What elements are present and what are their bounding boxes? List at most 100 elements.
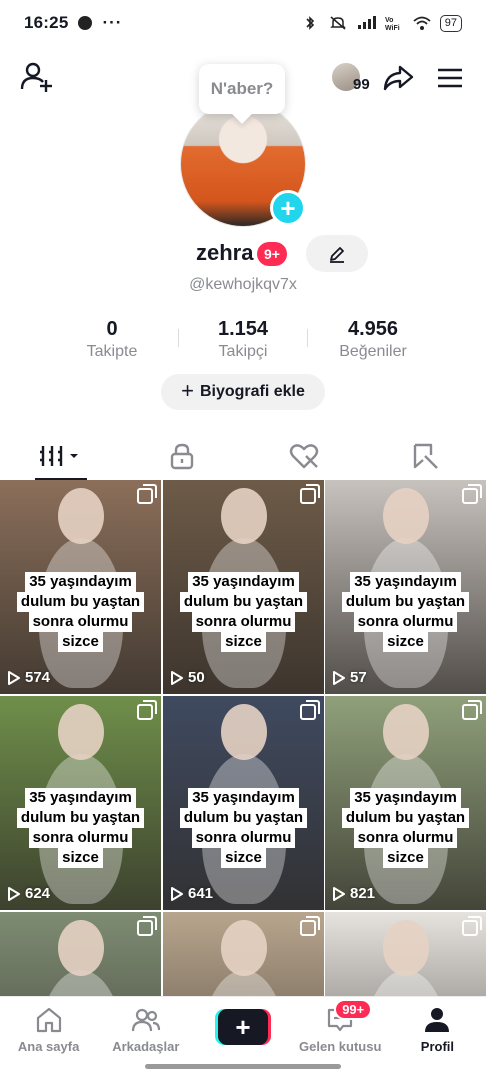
caption-line: sizce bbox=[221, 632, 266, 652]
status-time: 16:25 bbox=[24, 13, 69, 32]
view-count-value: 57 bbox=[350, 669, 367, 686]
caption-line: 35 yaşındayım bbox=[188, 572, 299, 592]
play-icon bbox=[8, 886, 20, 901]
content-tabs bbox=[0, 432, 486, 480]
view-count-value: 574 bbox=[25, 669, 51, 686]
nav-inbox-label: Gelen kutusu bbox=[299, 1039, 382, 1054]
play-icon bbox=[171, 670, 183, 685]
add-bio-label: Biyografi ekle bbox=[199, 383, 305, 400]
caption-line: 35 yaşındayım bbox=[25, 788, 136, 808]
stat-label: Takipte bbox=[86, 343, 138, 360]
edit-profile-button[interactable] bbox=[306, 235, 368, 272]
lock-icon bbox=[171, 443, 194, 470]
stat-value: 0 bbox=[106, 318, 118, 340]
add-story-plus-icon[interactable]: + bbox=[270, 190, 306, 226]
view-count: 641 bbox=[171, 885, 213, 902]
friends-icon bbox=[131, 1008, 160, 1032]
tab-liked[interactable] bbox=[243, 432, 365, 480]
pencil-icon bbox=[330, 246, 344, 263]
video-thumbnail-head bbox=[382, 920, 429, 976]
multi-post-icon bbox=[137, 916, 157, 936]
caption-line: sonra olurmu bbox=[191, 828, 296, 848]
caption-line: 35 yaşındayım bbox=[350, 788, 461, 808]
video-tile[interactable] bbox=[163, 912, 324, 996]
play-icon bbox=[8, 670, 20, 685]
video-tile[interactable]: 35 yaşındayım dulum bu yaştan sonra olurmu… bbox=[163, 696, 324, 910]
view-count: 50 bbox=[171, 669, 205, 686]
video-tile[interactable] bbox=[0, 912, 161, 996]
tab-private[interactable] bbox=[122, 432, 244, 480]
tab-videos[interactable] bbox=[0, 432, 122, 480]
mute-icon bbox=[329, 16, 346, 30]
video-thumbnail-head bbox=[57, 920, 104, 976]
stat-likes[interactable]: 4.956 Beğeniler bbox=[303, 318, 443, 361]
video-caption: 35 yaşındayım dulum bu yaştan sonra olurmu… bbox=[325, 572, 486, 652]
play-icon bbox=[333, 886, 345, 901]
caption-line: sonra olurmu bbox=[28, 612, 133, 632]
multi-post-icon bbox=[462, 700, 482, 720]
svg-text:WiFi: WiFi bbox=[385, 25, 400, 31]
stat-followers[interactable]: 1.154 Takipçi bbox=[173, 318, 313, 361]
view-count: 574 bbox=[8, 669, 50, 686]
svg-text:Vo: Vo bbox=[385, 17, 393, 24]
tooltip-text: N'aber? bbox=[210, 79, 274, 98]
video-tile[interactable]: 35 yaşındayım dulum bu yaştan sonra olurmu… bbox=[325, 480, 486, 694]
multi-post-icon bbox=[137, 700, 157, 720]
home-indicator[interactable] bbox=[145, 1064, 341, 1069]
video-tile[interactable]: 35 yaşındayım dulum bu yaştan sonra olurmu… bbox=[325, 696, 486, 910]
video-thumbnail-head bbox=[220, 920, 267, 976]
video-tile[interactable]: 35 yaşındayım dulum bu yaştan sonra olurmu… bbox=[0, 696, 161, 910]
menu-icon[interactable] bbox=[436, 66, 464, 90]
hidden-heart-icon bbox=[289, 444, 318, 469]
caption-line: dulum bu yaştan bbox=[16, 808, 145, 828]
nav-profile-label: Profil bbox=[420, 1039, 455, 1054]
video-thumbnail-head bbox=[220, 488, 267, 544]
multi-post-icon bbox=[462, 916, 482, 936]
bottom-nav: Ana sayfa Arkadaşlar + 99+ Gelen kutusu … bbox=[0, 996, 486, 1056]
caption-line: sizce bbox=[221, 848, 266, 868]
inbox-badge: 99+ bbox=[334, 999, 373, 1020]
multi-post-icon bbox=[300, 700, 320, 720]
video-tile[interactable]: 35 yaşındayım dulum bu yaştan sonra olurmu… bbox=[163, 480, 324, 694]
stat-label: Takipçi bbox=[218, 343, 268, 360]
battery-indicator: 97 bbox=[439, 14, 462, 32]
caption-line: dulum bu yaştan bbox=[179, 808, 308, 828]
profile-icon bbox=[425, 1008, 450, 1032]
plus-icon: + bbox=[181, 378, 194, 403]
video-tile[interactable]: 35 yaşındayım dulum bu yaştan sonra olurmu… bbox=[0, 480, 161, 694]
add-friend-icon[interactable] bbox=[20, 60, 54, 94]
status-bar: 16:25 ··· Vo WiFi 97 bbox=[0, 0, 486, 46]
view-count: 821 bbox=[333, 885, 375, 902]
profile-handle: @kewhojkqv7x bbox=[189, 276, 297, 293]
nav-home[interactable]: Ana sayfa bbox=[0, 997, 97, 1056]
nav-inbox[interactable]: 99+ Gelen kutusu bbox=[292, 997, 389, 1056]
add-bio-button[interactable]: + Biyografi ekle bbox=[161, 374, 325, 410]
play-icon bbox=[171, 886, 183, 901]
nav-home-label: Ana sayfa bbox=[17, 1039, 80, 1054]
hidden-bookmark-icon bbox=[414, 443, 439, 469]
nav-friends[interactable]: Arkadaşlar bbox=[97, 997, 194, 1056]
notification-dot-icon bbox=[78, 16, 93, 30]
caption-line: dulum bu yaştan bbox=[341, 808, 470, 828]
stat-following[interactable]: 0 Takipte bbox=[42, 318, 182, 361]
caption-line: sizce bbox=[58, 632, 103, 652]
profile-stats: 0 Takipte 1.154 Takipçi 4.956 Beğeniler bbox=[0, 318, 486, 368]
nav-create[interactable]: + bbox=[194, 997, 291, 1056]
caption-line: sonra olurmu bbox=[353, 612, 458, 632]
view-count-value: 641 bbox=[188, 885, 214, 902]
name-badge[interactable]: 9+ bbox=[257, 242, 287, 266]
video-tile[interactable] bbox=[325, 912, 486, 996]
caption-line: dulum bu yaştan bbox=[341, 592, 470, 612]
view-count-value: 50 bbox=[188, 669, 205, 686]
tab-saved[interactable] bbox=[365, 432, 486, 480]
caption-line: sonra olurmu bbox=[28, 828, 133, 848]
status-more: ··· bbox=[102, 13, 123, 32]
status-tooltip[interactable]: N'aber? bbox=[199, 64, 285, 114]
video-caption: 35 yaşındayım dulum bu yaştan sonra olurmu… bbox=[0, 788, 161, 868]
caption-line: 35 yaşındayım bbox=[25, 572, 136, 592]
nav-profile[interactable]: Profil bbox=[389, 997, 486, 1056]
video-thumbnail-head bbox=[220, 704, 267, 760]
stat-value: 1.154 bbox=[217, 318, 269, 340]
share-icon[interactable] bbox=[382, 62, 414, 94]
caption-line: sizce bbox=[58, 848, 103, 868]
